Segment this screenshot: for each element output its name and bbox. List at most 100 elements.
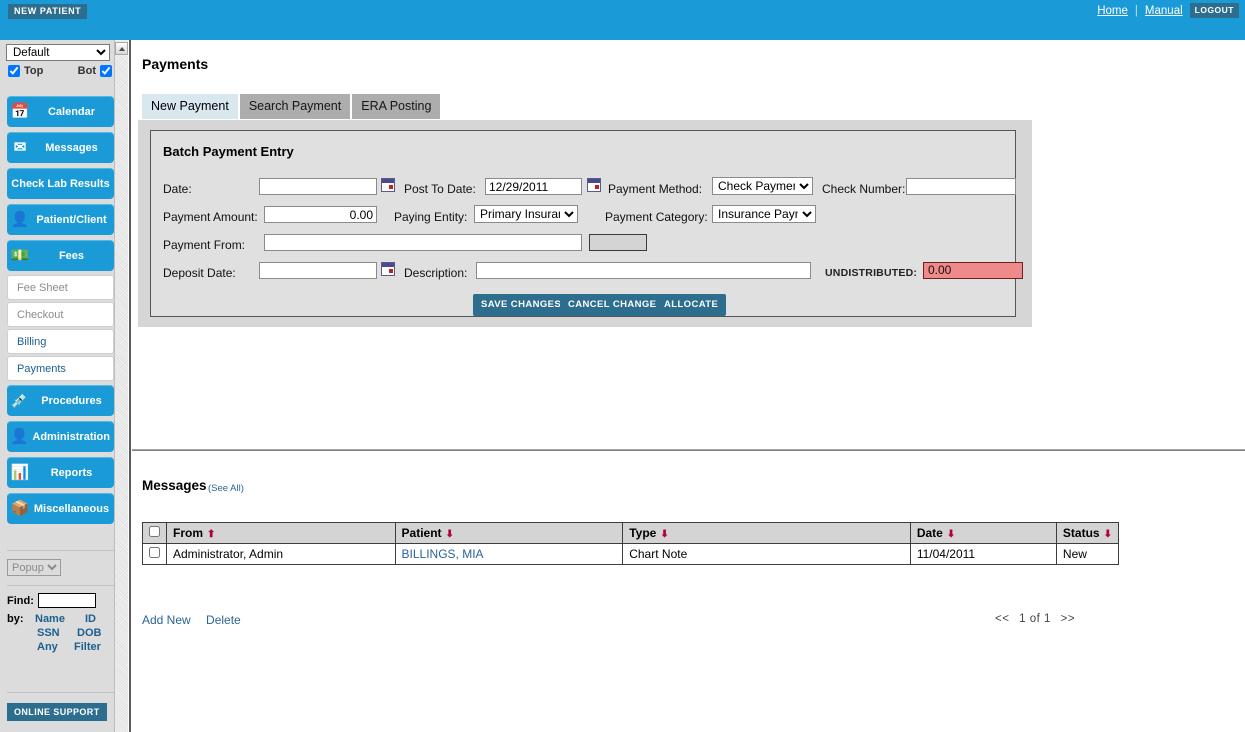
sidebar-item-procedures[interactable]: 💉 Procedures [7,385,114,416]
sidebar-item-label: Patient/Client [33,214,114,226]
payment-category-select[interactable]: Insurance Payme [712,205,816,223]
box-icon: 📦 [7,501,33,516]
sort-descending-icon[interactable]: ⬇ [1104,529,1112,540]
tab-new-payment[interactable]: New Payment [142,94,238,119]
column-label: Status [1063,526,1100,540]
sidebar-subitem-label: Fee Sheet [17,282,68,294]
by-label: by: [7,613,24,625]
sidebar-item-patient-client[interactable]: 👤 Patient/Client [7,204,114,235]
cell-patient[interactable]: BILLINGS, MIA [395,544,623,565]
sidebar-item-reports[interactable]: 📊 Reports [7,457,114,488]
new-patient-button[interactable]: NEW PATIENT [8,4,87,19]
find-row: Find: [7,593,96,608]
row-checkbox[interactable] [149,547,160,558]
cell-from: Administrator, Admin [167,544,396,565]
row-select-cell[interactable] [143,544,167,565]
pager-prev-button[interactable]: << [995,613,1009,625]
find-input[interactable] [38,593,96,608]
theme-select[interactable]: Default [6,44,110,61]
paying-entity-select[interactable]: Primary Insuranc [474,205,578,223]
sidebar-item-check-lab-results[interactable]: Check Lab Results [7,168,114,199]
top-bar: NEW PATIENT Home | Manual LOGOUT [0,0,1245,20]
column-header-patient[interactable]: Patient⬇ [395,523,623,544]
cell-status: New [1056,544,1118,565]
deposit-date-input[interactable] [259,262,377,279]
select-all-checkbox[interactable] [149,526,160,537]
sidebar-item-billing[interactable]: Billing [7,329,114,354]
admin-person-icon: 👤 [7,429,32,444]
find-by-id-link[interactable]: ID [85,613,96,625]
find-by-dob-link[interactable]: DOB [77,627,101,639]
sidebar-item-label: Administration [32,431,114,443]
logout-button[interactable]: LOGOUT [1190,3,1239,18]
sidebar-item-administration[interactable]: 👤 Administration [7,421,114,452]
payment-from-lookup-button[interactable] [589,234,647,251]
table-header-row: From⬆ Patient⬇ Type⬇ Date⬇ Status ⬇ [143,523,1119,544]
column-header-date[interactable]: Date⬇ [910,523,1056,544]
sidebar-subitem-label: Payments [17,363,66,375]
sidebar-item-miscellaneous[interactable]: 📦 Miscellaneous [7,493,114,524]
messages-section-title: Messages [142,478,207,493]
top-checkbox[interactable] [8,65,20,77]
sidebar-item-calendar[interactable]: 📅 Calendar [7,96,114,127]
check-number-input[interactable] [906,178,1016,195]
messages-table: From⬆ Patient⬇ Type⬇ Date⬇ Status ⬇ [142,522,1119,565]
select-all-header[interactable] [143,523,167,544]
sort-descending-icon[interactable]: ⬇ [660,529,668,540]
find-by-name-link[interactable]: Name [35,613,65,625]
description-input[interactable] [476,262,811,279]
save-changes-button[interactable]: SAVE CHANGES [473,294,569,316]
online-support-button[interactable]: ONLINE SUPPORT [7,703,107,721]
column-header-status[interactable]: Status ⬇ [1056,523,1118,544]
sort-ascending-icon[interactable]: ⬆ [207,529,215,540]
tab-era-posting[interactable]: ERA Posting [352,94,440,119]
pager-next-button[interactable]: >> [1061,613,1075,625]
sidebar-divider-3 [7,692,114,693]
sidebar-item-checkout[interactable]: Checkout [7,302,114,327]
sidebar-item-label: Procedures [33,395,114,407]
sidebar: Default Top Bot 📅 Calendar ✉ Messages Ch… [0,40,128,732]
payment-from-input[interactable] [264,234,582,251]
check-number-label: Check Number: [822,182,905,196]
sort-descending-icon[interactable]: ⬇ [947,529,955,540]
delete-link[interactable]: Delete [206,613,241,627]
patient-link[interactable]: BILLINGS, MIA [402,547,484,561]
undistributed-value: 0.00 [923,262,1023,279]
home-link[interactable]: Home [1097,5,1128,17]
find-by-filter-link[interactable]: Filter [74,641,101,653]
find-by-ssn-link[interactable]: SSN [37,627,60,639]
sidebar-item-messages[interactable]: ✉ Messages [7,132,114,163]
scroll-up-arrow-icon[interactable] [115,42,128,55]
bot-checkbox[interactable] [100,65,112,77]
payment-from-label: Payment From: [163,238,245,252]
pager-text: 1 of 1 [1019,613,1051,625]
date-input[interactable] [259,178,377,195]
payment-method-select[interactable]: Check Payment [712,177,813,195]
sidebar-scrollbar[interactable] [114,40,128,732]
sidebar-item-payments[interactable]: Payments [7,356,114,381]
sidebar-item-fees[interactable]: 💵 Fees [7,240,114,271]
sidebar-subitem-label: Billing [17,336,46,348]
sidebar-item-fee-sheet[interactable]: Fee Sheet [7,275,114,300]
cell-type: Chart Note [623,544,911,565]
payment-amount-input[interactable] [264,206,377,223]
cancel-changes-button[interactable]: CANCEL CHANGES [560,294,671,316]
calendar-picker-icon[interactable] [381,178,395,192]
add-new-link[interactable]: Add New [142,613,191,627]
manual-link[interactable]: Manual [1145,5,1183,17]
top-bar-secondary: Hide Menu Admin Administrator [0,20,1245,40]
tab-search-payment[interactable]: Search Payment [240,94,350,119]
messages-see-all-link[interactable]: (See All) [208,483,244,494]
allocate-button[interactable]: ALLOCATE [656,294,726,316]
column-header-from[interactable]: From⬆ [167,523,396,544]
column-header-type[interactable]: Type⬇ [623,523,911,544]
popups-select[interactable]: Popups [7,559,61,576]
find-by-any-link[interactable]: Any [37,641,58,653]
scrollbar-track[interactable] [115,56,128,732]
calendar-picker-icon[interactable] [381,262,395,276]
post-to-date-input[interactable] [485,178,582,195]
calendar-picker-icon[interactable] [587,178,601,192]
sidebar-subitem-label: Checkout [17,309,63,321]
sort-descending-icon[interactable]: ⬇ [446,529,454,540]
sidebar-divider-vertical [129,40,131,732]
